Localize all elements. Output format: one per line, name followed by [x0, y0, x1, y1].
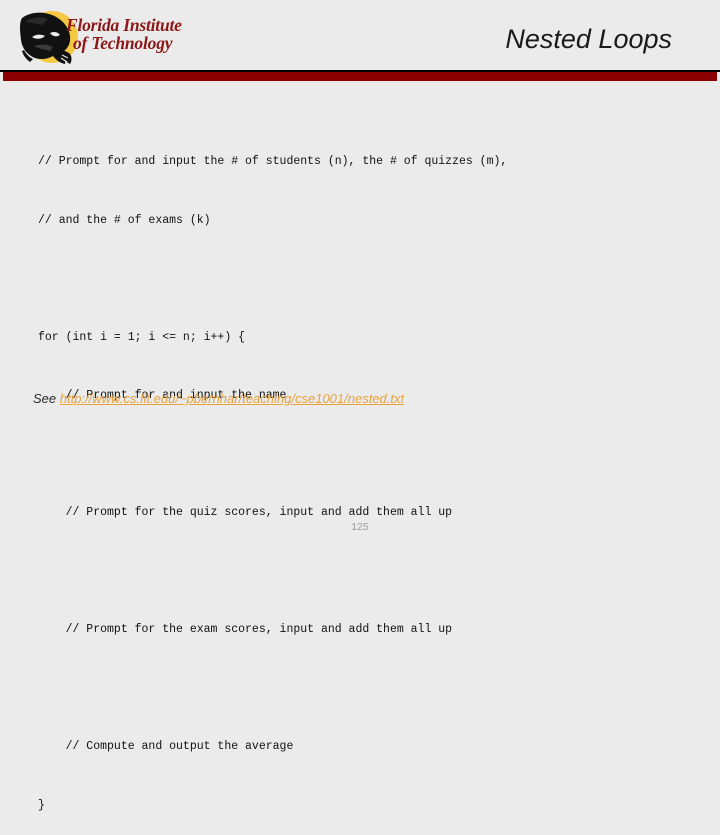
page-title: Nested Loops [505, 24, 672, 54]
page-number: 125 [351, 521, 369, 533]
code-line: for (int i = 1; i <= n; i++) { [38, 330, 246, 344]
code-line: // Prompt for the exam scores, input and… [38, 623, 453, 636]
reference-link[interactable]: http://www.cs.fit.edu/~pbernhar/teaching… [60, 391, 404, 406]
header-divider-red [3, 72, 717, 81]
code-line: // Prompt for the quiz scores, input and… [38, 506, 453, 519]
code-line: // and the # of exams (k) [38, 213, 211, 227]
reference-line: See http://www.cs.fit.edu/~pbernhar/teac… [33, 391, 404, 406]
slide-header: Florida Institute of Technology Nested L… [0, 0, 720, 90]
institution-logo: Florida Institute of Technology [12, 6, 202, 68]
institution-wordmark: Florida Institute of Technology [66, 15, 206, 53]
code-line: } [38, 798, 45, 812]
code-line: // Compute and output the average [38, 740, 294, 753]
wordmark-line-2: of Technology [73, 32, 173, 53]
wordmark-line-1: Florida Institute [66, 15, 182, 35]
code-block: // Prompt for and input the # of student… [38, 113, 698, 835]
reference-prefix: See [33, 391, 60, 406]
code-line: // Prompt for and input the # of student… [38, 155, 508, 168]
